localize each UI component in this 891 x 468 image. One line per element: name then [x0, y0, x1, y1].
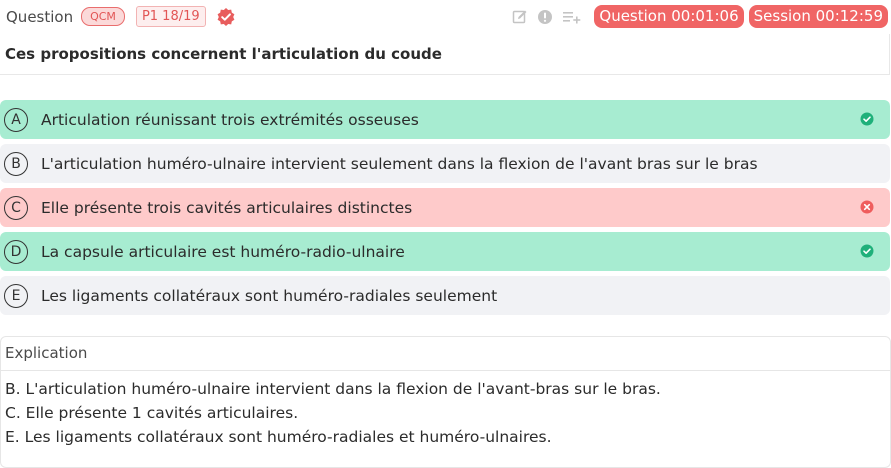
x-circle-icon — [860, 200, 874, 214]
question-header: Question QCM P1 18/19 Question 00:01:06 … — [0, 0, 890, 33]
add-to-list-icon[interactable] — [562, 9, 582, 25]
question-type-badge: QCM — [81, 7, 125, 26]
option-letter: E — [4, 283, 28, 308]
question-timer: Question 00:01:06 — [594, 5, 744, 28]
page-badge: P1 18/19 — [135, 6, 206, 27]
explanation-panel: Explication B. L'articulation huméro-uln… — [0, 336, 891, 468]
explanation-line: B. L'articulation huméro-ulnaire intervi… — [5, 380, 661, 398]
option-text: Elle présente trois cavités articulaires… — [41, 198, 413, 217]
check-circle-icon — [860, 244, 874, 258]
option-a[interactable]: A Articulation réunissant trois extrémit… — [0, 100, 890, 139]
verified-check-icon — [217, 7, 235, 26]
option-text: Les ligaments collatéraux sont huméro-ra… — [41, 286, 498, 305]
option-e[interactable]: E Les ligaments collatéraux sont huméro-… — [0, 276, 890, 315]
question-label: Question — [6, 7, 74, 26]
check-circle-icon — [860, 112, 874, 126]
explanation-line: E. Les ligaments collatéraux sont huméro… — [5, 428, 552, 446]
option-b[interactable]: B L'articulation huméro-ulnaire intervie… — [0, 144, 890, 183]
explanation-line: C. Elle présente 1 cavités articulaires. — [5, 404, 299, 422]
option-letter: D — [4, 239, 28, 264]
option-c[interactable]: C Elle présente trois cavités articulair… — [0, 188, 890, 227]
edit-icon[interactable] — [512, 9, 528, 25]
divider — [1, 370, 890, 371]
option-text: Articulation réunissant trois extrémités… — [41, 110, 419, 129]
session-timer: Session 00:12:59 — [748, 5, 888, 28]
option-letter: C — [4, 195, 28, 220]
question-box: Ces propositions concernent l'articulati… — [0, 34, 890, 75]
info-icon[interactable] — [537, 9, 553, 25]
option-letter: B — [4, 151, 28, 176]
option-text: La capsule articulaire est huméro-radio-… — [41, 242, 405, 261]
explanation-title: Explication — [5, 344, 88, 362]
option-letter: A — [4, 107, 28, 132]
option-text: L'articulation huméro-ulnaire intervient… — [41, 154, 758, 173]
question-text: Ces propositions concernent l'articulati… — [5, 45, 442, 63]
option-d[interactable]: D La capsule articulaire est huméro-radi… — [0, 232, 890, 271]
